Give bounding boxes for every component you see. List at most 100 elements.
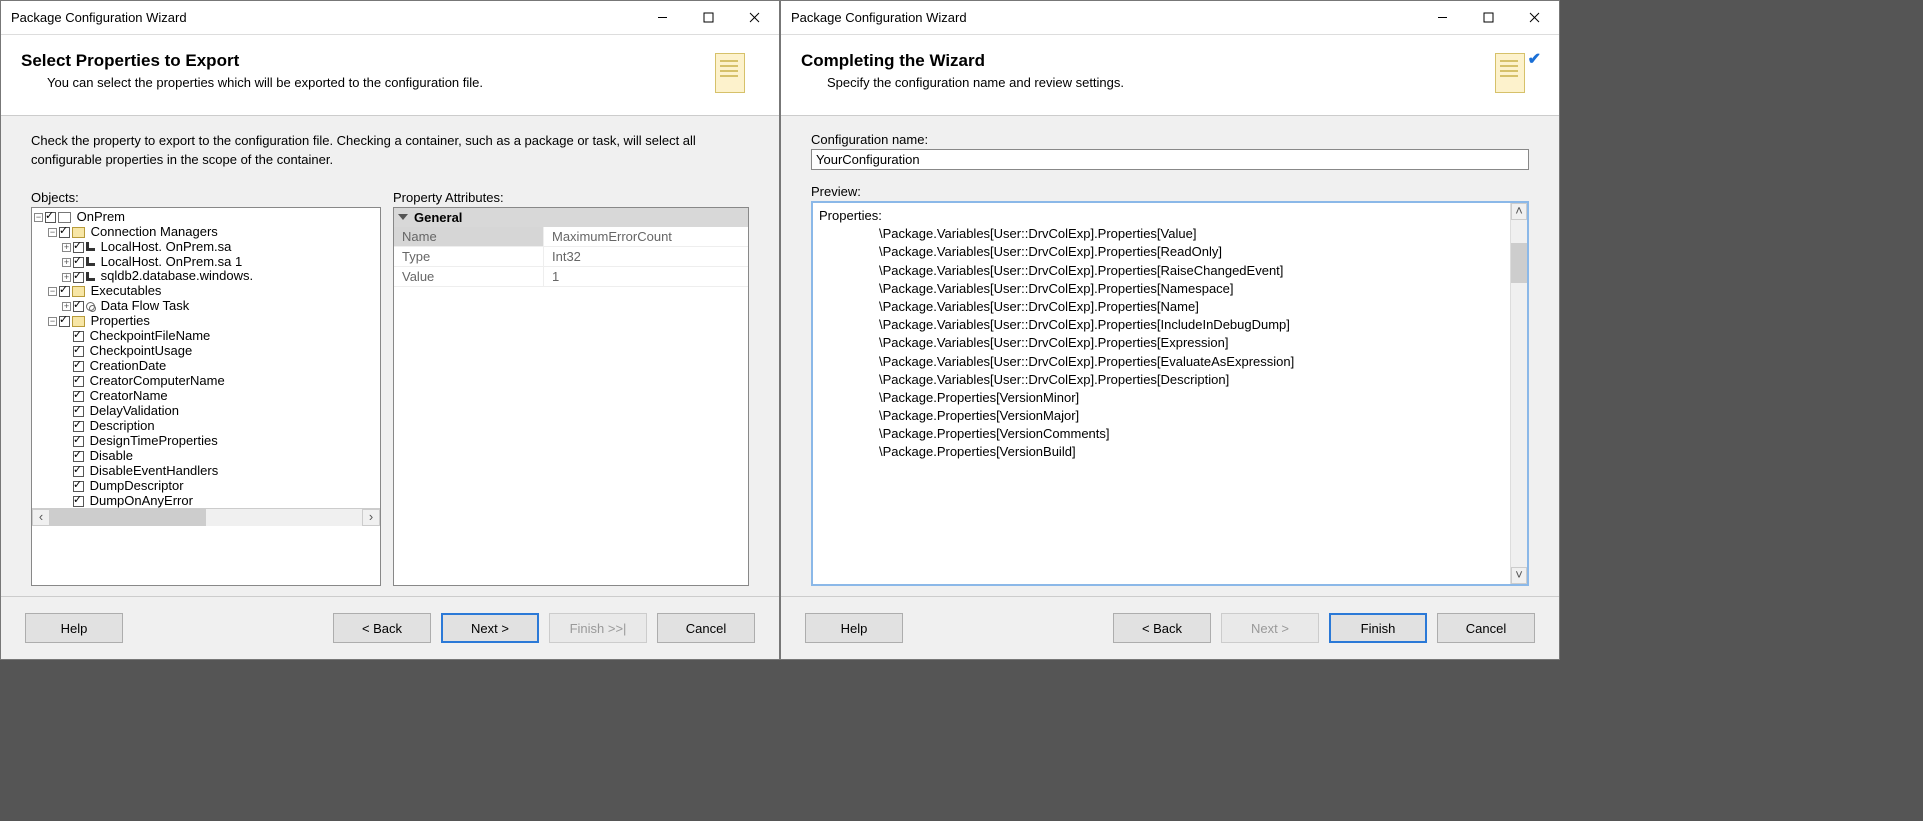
objects-tree[interactable]: − OnPrem− Connection Managers+ LocalHost… — [31, 207, 381, 586]
preview-line: \Package.Variables[User::DrvColExp].Prop… — [819, 298, 1521, 316]
back-button[interactable]: < Back — [333, 613, 431, 643]
tree-row[interactable]: CreatorName — [32, 389, 380, 404]
back-button[interactable]: < Back — [1113, 613, 1211, 643]
checkbox[interactable] — [59, 316, 70, 327]
checkbox[interactable] — [73, 361, 84, 372]
close-button[interactable] — [1511, 3, 1557, 33]
connection-icon — [86, 242, 95, 251]
cancel-button[interactable]: Cancel — [657, 613, 755, 643]
check-icon: ✔ — [1528, 49, 1541, 69]
checkbox[interactable] — [59, 286, 70, 297]
property-name: Name — [394, 227, 544, 246]
checkbox[interactable] — [73, 406, 84, 417]
checkbox[interactable] — [73, 421, 84, 432]
checkbox[interactable] — [73, 257, 84, 268]
config-name-input[interactable] — [811, 149, 1529, 170]
preview-line: \Package.Variables[User::DrvColExp].Prop… — [819, 280, 1521, 298]
property-grid[interactable]: General NameMaximumErrorCountTypeInt32Va… — [393, 207, 749, 586]
checkbox[interactable] — [73, 301, 84, 312]
expand-toggle-icon[interactable]: − — [48, 228, 57, 237]
preview-textbox[interactable]: Properties: \Package.Variables[User::Drv… — [811, 201, 1529, 586]
config-name-label: Configuration name: — [811, 132, 1529, 147]
checkbox[interactable] — [73, 346, 84, 357]
tree-row[interactable]: + LocalHost. OnPrem.sa 1 — [32, 255, 380, 270]
titlebar[interactable]: Package Configuration Wizard — [781, 1, 1559, 35]
property-group-title: General — [414, 210, 462, 225]
checkbox[interactable] — [73, 436, 84, 447]
package-icon — [58, 212, 71, 223]
finish-button: Finish >>| — [549, 613, 647, 643]
checkbox[interactable] — [73, 331, 84, 342]
tree-row[interactable]: DumpDescriptor — [32, 479, 380, 494]
property-row[interactable]: NameMaximumErrorCount — [394, 227, 748, 247]
preview-line: \Package.Variables[User::DrvColExp].Prop… — [819, 371, 1521, 389]
tree-row[interactable]: DumpOnAnyError — [32, 494, 380, 509]
tree-row[interactable]: Description — [32, 419, 380, 434]
scroll-down-icon[interactable]: ˅ — [1511, 567, 1527, 584]
instruction-text: Check the property to export to the conf… — [31, 132, 749, 170]
scroll-left-icon[interactable]: ‹ — [32, 509, 50, 526]
minimize-button[interactable] — [1419, 3, 1465, 33]
vertical-scrollbar[interactable]: ˄ ˅ — [1510, 203, 1527, 584]
preview-line: \Package.Variables[User::DrvColExp].Prop… — [819, 334, 1521, 352]
tree-row[interactable]: + Data Flow Task — [32, 299, 380, 314]
scroll-thumb[interactable] — [1511, 243, 1527, 283]
tree-row[interactable]: − Connection Managers — [32, 225, 380, 240]
help-button[interactable]: Help — [25, 613, 123, 643]
preview-line: \Package.Properties[VersionMinor] — [819, 389, 1521, 407]
checkbox[interactable] — [73, 466, 84, 477]
expand-toggle-icon[interactable]: + — [62, 273, 71, 282]
checkbox[interactable] — [73, 242, 84, 253]
tree-row[interactable]: + LocalHost. OnPrem.sa — [32, 240, 380, 255]
tree-row[interactable]: − Executables — [32, 284, 380, 299]
minimize-button[interactable] — [639, 3, 685, 33]
close-button[interactable] — [731, 3, 777, 33]
checkbox[interactable] — [45, 212, 56, 223]
property-row[interactable]: TypeInt32 — [394, 247, 748, 267]
tree-row[interactable]: − OnPrem — [32, 210, 380, 225]
expand-toggle-icon[interactable]: − — [48, 317, 57, 326]
property-row[interactable]: Value1 — [394, 267, 748, 287]
checkbox[interactable] — [73, 376, 84, 387]
expand-toggle-icon[interactable]: + — [62, 243, 71, 252]
checkbox[interactable] — [73, 391, 84, 402]
wizard-icon: ✔ — [1491, 51, 1539, 95]
checkbox[interactable] — [73, 496, 84, 507]
property-group-header[interactable]: General — [394, 208, 748, 227]
tree-row[interactable]: DesignTimeProperties — [32, 434, 380, 449]
tree-row[interactable]: DisableEventHandlers — [32, 464, 380, 479]
tree-row[interactable]: CreationDate — [32, 359, 380, 374]
cancel-button[interactable]: Cancel — [1437, 613, 1535, 643]
preview-line: \Package.Variables[User::DrvColExp].Prop… — [819, 243, 1521, 261]
tree-row[interactable]: Disable — [32, 449, 380, 464]
checkbox[interactable] — [73, 481, 84, 492]
maximize-button[interactable] — [1465, 3, 1511, 33]
checkbox[interactable] — [59, 227, 70, 238]
tree-row[interactable]: − Properties — [32, 314, 380, 329]
maximize-button[interactable] — [685, 3, 731, 33]
scroll-right-icon[interactable]: › — [362, 509, 380, 526]
scroll-up-icon[interactable]: ˄ — [1511, 203, 1527, 220]
tree-row[interactable]: + sqldb2.database.windows. — [32, 269, 380, 284]
finish-button[interactable]: Finish — [1329, 613, 1427, 643]
expand-toggle-icon[interactable]: + — [62, 302, 71, 311]
preview-line: \Package.Variables[User::DrvColExp].Prop… — [819, 262, 1521, 280]
checkbox[interactable] — [73, 451, 84, 462]
preview-line: \Package.Properties[VersionMajor] — [819, 407, 1521, 425]
titlebar[interactable]: Package Configuration Wizard — [1, 1, 779, 35]
wizard-footer: Help < Back Next > Finish >>| Cancel — [1, 596, 779, 659]
tree-row[interactable]: CheckpointFileName — [32, 329, 380, 344]
checkbox[interactable] — [73, 272, 84, 283]
connection-icon — [86, 272, 95, 281]
expand-toggle-icon[interactable]: − — [34, 213, 43, 222]
scroll-thumb[interactable] — [50, 509, 206, 526]
help-button[interactable]: Help — [805, 613, 903, 643]
tree-row[interactable]: DelayValidation — [32, 404, 380, 419]
tree-row[interactable]: CheckpointUsage — [32, 344, 380, 359]
expand-toggle-icon[interactable]: − — [48, 287, 57, 296]
horizontal-scrollbar[interactable]: ‹ › — [32, 508, 380, 526]
next-button[interactable]: Next > — [441, 613, 539, 643]
tree-row[interactable]: CreatorComputerName — [32, 374, 380, 389]
preview-line: \Package.Variables[User::DrvColExp].Prop… — [819, 316, 1521, 334]
expand-toggle-icon[interactable]: + — [62, 258, 71, 267]
